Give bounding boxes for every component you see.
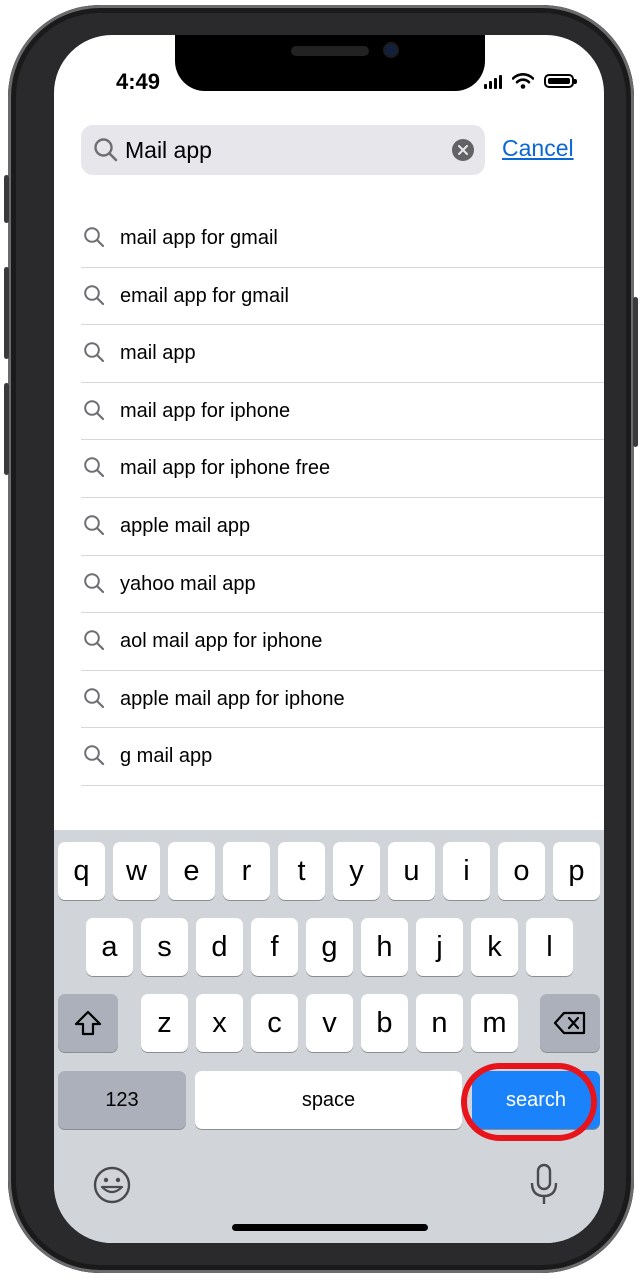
suggestion-text: g mail app xyxy=(120,745,213,768)
suggestion-text: apple mail app for iphone xyxy=(120,687,345,710)
suggestion-item[interactable]: mail app for gmail xyxy=(81,210,604,268)
search-icon xyxy=(84,572,105,593)
backspace-icon xyxy=(553,1011,586,1035)
suggestion-item[interactable]: mail app for iphone xyxy=(81,383,604,441)
suggestion-item[interactable]: mail app xyxy=(81,325,604,383)
suggestion-text: apple mail app xyxy=(120,514,251,537)
key-n[interactable]: n xyxy=(416,994,463,1052)
home-indicator xyxy=(232,1224,428,1231)
key-t[interactable]: t xyxy=(278,842,325,900)
key-x[interactable]: x xyxy=(196,994,243,1052)
key-m[interactable]: m xyxy=(471,994,518,1052)
key-w[interactable]: w xyxy=(113,842,160,900)
search-icon xyxy=(84,457,105,478)
search-key-highlight xyxy=(461,1063,597,1141)
key-i[interactable]: i xyxy=(443,842,490,900)
search-icon xyxy=(84,630,105,651)
search-icon xyxy=(84,687,105,708)
key-l[interactable]: l xyxy=(526,918,573,976)
key-k[interactable]: k xyxy=(471,918,518,976)
suggestion-item[interactable]: apple mail app xyxy=(81,498,604,556)
suggestion-item[interactable]: mail app for iphone free xyxy=(81,440,604,498)
key-y[interactable]: y xyxy=(333,842,380,900)
suggestion-text: email app for gmail xyxy=(120,284,289,307)
suggestion-item[interactable]: aol mail app for iphone xyxy=(81,613,604,671)
key-q[interactable]: q xyxy=(58,842,105,900)
search-bar[interactable] xyxy=(81,125,485,175)
search-icon xyxy=(84,284,105,305)
shift-icon xyxy=(74,1010,102,1036)
power-button xyxy=(633,297,638,447)
search-icon xyxy=(84,342,105,363)
emoji-icon[interactable] xyxy=(92,1165,132,1205)
key-u[interactable]: u xyxy=(388,842,435,900)
suggestion-text: mail app for iphone xyxy=(120,399,291,422)
key-f[interactable]: f xyxy=(251,918,298,976)
front-camera xyxy=(385,44,397,56)
search-icon xyxy=(84,515,105,536)
key-r[interactable]: r xyxy=(223,842,270,900)
key-j[interactable]: j xyxy=(416,918,463,976)
key-c[interactable]: c xyxy=(251,994,298,1052)
volume-up-button xyxy=(4,267,9,359)
suggestion-item[interactable]: yahoo mail app xyxy=(81,556,604,614)
search-input[interactable] xyxy=(125,125,425,175)
key-g[interactable]: g xyxy=(306,918,353,976)
notch xyxy=(175,35,485,91)
numbers-key[interactable]: 123 xyxy=(58,1071,186,1129)
screen: 4:49 C xyxy=(54,35,604,1243)
search-icon xyxy=(84,745,105,766)
key-z[interactable]: z xyxy=(141,994,188,1052)
suggestion-text: aol mail app for iphone xyxy=(120,630,323,653)
phone-frame: 4:49 C xyxy=(4,5,638,1273)
battery-icon xyxy=(544,74,577,88)
microphone-icon[interactable] xyxy=(528,1163,560,1207)
key-a[interactable]: a xyxy=(86,918,133,976)
key-v[interactable]: v xyxy=(306,994,353,1052)
search-icon xyxy=(84,399,105,420)
keyboard: q w e r t y u i o p a s d f g h j k l z … xyxy=(54,830,604,1243)
suggestion-text: mail app for iphone free xyxy=(120,457,331,480)
suggestion-text: yahoo mail app xyxy=(120,572,256,595)
suggestion-item[interactable]: email app for gmail xyxy=(81,268,604,326)
wifi-icon xyxy=(512,73,534,89)
cancel-button[interactable]: Cancel xyxy=(502,135,574,162)
suggestion-item[interactable]: g mail app xyxy=(81,728,604,786)
shift-key[interactable] xyxy=(58,994,118,1052)
suggestion-item[interactable]: apple mail app for iphone xyxy=(81,671,604,729)
search-icon xyxy=(94,138,118,162)
search-icon xyxy=(84,227,105,248)
key-s[interactable]: s xyxy=(141,918,188,976)
key-e[interactable]: e xyxy=(168,842,215,900)
suggestion-text: mail app for gmail xyxy=(120,227,278,249)
backspace-key[interactable] xyxy=(540,994,600,1052)
key-p[interactable]: p xyxy=(553,842,600,900)
status-time: 4:49 xyxy=(116,69,161,94)
suggestion-text: mail app xyxy=(120,342,196,365)
clear-icon[interactable] xyxy=(452,139,474,161)
suggestion-list: mail app for gmail email app for gmail m… xyxy=(81,210,604,786)
space-key[interactable]: space xyxy=(195,1071,462,1129)
key-o[interactable]: o xyxy=(498,842,545,900)
cellular-signal-icon xyxy=(484,73,502,89)
key-h[interactable]: h xyxy=(361,918,408,976)
speaker-grille xyxy=(291,46,369,56)
action-button xyxy=(4,175,9,223)
key-d[interactable]: d xyxy=(196,918,243,976)
key-b[interactable]: b xyxy=(361,994,408,1052)
status-icons xyxy=(484,73,577,89)
volume-down-button xyxy=(4,383,9,475)
